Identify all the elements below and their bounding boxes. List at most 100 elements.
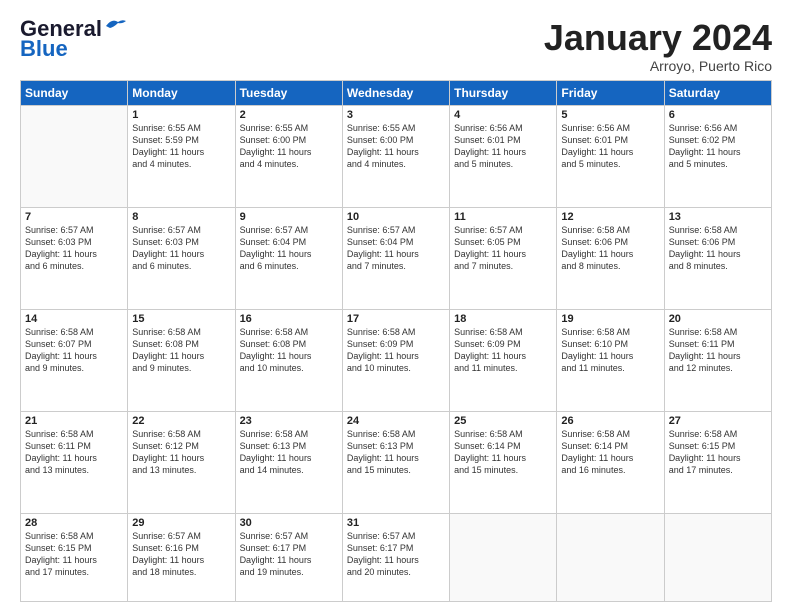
calendar-cell: 3Sunrise: 6:55 AMSunset: 6:00 PMDaylight…: [342, 105, 449, 207]
calendar-cell: 22Sunrise: 6:58 AMSunset: 6:12 PMDayligh…: [128, 411, 235, 513]
day-number: 4: [454, 109, 552, 121]
day-info: Sunrise: 6:58 AMSunset: 6:15 PMDaylight:…: [669, 428, 767, 477]
day-of-week-header: Wednesday: [342, 80, 449, 105]
calendar-cell: 17Sunrise: 6:58 AMSunset: 6:09 PMDayligh…: [342, 309, 449, 411]
calendar-cell: 25Sunrise: 6:58 AMSunset: 6:14 PMDayligh…: [450, 411, 557, 513]
calendar-cell: 11Sunrise: 6:57 AMSunset: 6:05 PMDayligh…: [450, 207, 557, 309]
calendar-cell: [557, 513, 664, 601]
day-number: 27: [669, 415, 767, 427]
calendar-cell: 12Sunrise: 6:58 AMSunset: 6:06 PMDayligh…: [557, 207, 664, 309]
calendar-cell: [21, 105, 128, 207]
day-info: Sunrise: 6:58 AMSunset: 6:11 PMDaylight:…: [669, 326, 767, 375]
calendar-cell: 19Sunrise: 6:58 AMSunset: 6:10 PMDayligh…: [557, 309, 664, 411]
day-info: Sunrise: 6:58 AMSunset: 6:09 PMDaylight:…: [454, 326, 552, 375]
logo: General Blue: [20, 18, 126, 62]
day-info: Sunrise: 6:55 AMSunset: 6:00 PMDaylight:…: [347, 122, 445, 171]
day-number: 21: [25, 415, 123, 427]
day-number: 10: [347, 211, 445, 223]
day-info: Sunrise: 6:56 AMSunset: 6:02 PMDaylight:…: [669, 122, 767, 171]
day-of-week-header: Monday: [128, 80, 235, 105]
day-info: Sunrise: 6:57 AMSunset: 6:04 PMDaylight:…: [240, 224, 338, 273]
calendar-cell: [450, 513, 557, 601]
calendar-cell: 26Sunrise: 6:58 AMSunset: 6:14 PMDayligh…: [557, 411, 664, 513]
day-info: Sunrise: 6:55 AMSunset: 5:59 PMDaylight:…: [132, 122, 230, 171]
day-info: Sunrise: 6:58 AMSunset: 6:14 PMDaylight:…: [561, 428, 659, 477]
logo-bird-icon: [104, 18, 126, 34]
calendar-cell: 7Sunrise: 6:57 AMSunset: 6:03 PMDaylight…: [21, 207, 128, 309]
day-number: 25: [454, 415, 552, 427]
calendar-cell: 31Sunrise: 6:57 AMSunset: 6:17 PMDayligh…: [342, 513, 449, 601]
day-of-week-header: Tuesday: [235, 80, 342, 105]
day-info: Sunrise: 6:58 AMSunset: 6:07 PMDaylight:…: [25, 326, 123, 375]
calendar-cell: 6Sunrise: 6:56 AMSunset: 6:02 PMDaylight…: [664, 105, 771, 207]
day-number: 7: [25, 211, 123, 223]
calendar-header-row: SundayMondayTuesdayWednesdayThursdayFrid…: [21, 80, 772, 105]
day-info: Sunrise: 6:56 AMSunset: 6:01 PMDaylight:…: [561, 122, 659, 171]
day-of-week-header: Friday: [557, 80, 664, 105]
day-number: 19: [561, 313, 659, 325]
location-subtitle: Arroyo, Puerto Rico: [544, 58, 772, 74]
page: General Blue January 2024 Arroyo, Puerto…: [0, 0, 792, 612]
logo-blue: Blue: [20, 36, 68, 62]
calendar-week-row: 21Sunrise: 6:58 AMSunset: 6:11 PMDayligh…: [21, 411, 772, 513]
day-number: 12: [561, 211, 659, 223]
day-info: Sunrise: 6:58 AMSunset: 6:11 PMDaylight:…: [25, 428, 123, 477]
calendar-cell: 28Sunrise: 6:58 AMSunset: 6:15 PMDayligh…: [21, 513, 128, 601]
day-number: 13: [669, 211, 767, 223]
calendar-cell: 18Sunrise: 6:58 AMSunset: 6:09 PMDayligh…: [450, 309, 557, 411]
day-number: 6: [669, 109, 767, 121]
calendar-cell: 8Sunrise: 6:57 AMSunset: 6:03 PMDaylight…: [128, 207, 235, 309]
day-info: Sunrise: 6:57 AMSunset: 6:03 PMDaylight:…: [132, 224, 230, 273]
calendar-cell: 13Sunrise: 6:58 AMSunset: 6:06 PMDayligh…: [664, 207, 771, 309]
day-info: Sunrise: 6:58 AMSunset: 6:08 PMDaylight:…: [240, 326, 338, 375]
day-info: Sunrise: 6:57 AMSunset: 6:16 PMDaylight:…: [132, 530, 230, 579]
day-number: 23: [240, 415, 338, 427]
calendar-cell: 30Sunrise: 6:57 AMSunset: 6:17 PMDayligh…: [235, 513, 342, 601]
day-number: 24: [347, 415, 445, 427]
calendar-week-row: 1Sunrise: 6:55 AMSunset: 5:59 PMDaylight…: [21, 105, 772, 207]
day-number: 9: [240, 211, 338, 223]
day-info: Sunrise: 6:58 AMSunset: 6:09 PMDaylight:…: [347, 326, 445, 375]
day-number: 11: [454, 211, 552, 223]
calendar-cell: 4Sunrise: 6:56 AMSunset: 6:01 PMDaylight…: [450, 105, 557, 207]
day-info: Sunrise: 6:58 AMSunset: 6:13 PMDaylight:…: [347, 428, 445, 477]
day-info: Sunrise: 6:58 AMSunset: 6:06 PMDaylight:…: [561, 224, 659, 273]
day-info: Sunrise: 6:56 AMSunset: 6:01 PMDaylight:…: [454, 122, 552, 171]
day-number: 26: [561, 415, 659, 427]
day-number: 22: [132, 415, 230, 427]
title-block: January 2024 Arroyo, Puerto Rico: [544, 18, 772, 74]
calendar-cell: 1Sunrise: 6:55 AMSunset: 5:59 PMDaylight…: [128, 105, 235, 207]
day-number: 1: [132, 109, 230, 121]
calendar-cell: 9Sunrise: 6:57 AMSunset: 6:04 PMDaylight…: [235, 207, 342, 309]
day-number: 31: [347, 517, 445, 529]
calendar-cell: 27Sunrise: 6:58 AMSunset: 6:15 PMDayligh…: [664, 411, 771, 513]
day-info: Sunrise: 6:57 AMSunset: 6:17 PMDaylight:…: [347, 530, 445, 579]
calendar-cell: 20Sunrise: 6:58 AMSunset: 6:11 PMDayligh…: [664, 309, 771, 411]
calendar-cell: 15Sunrise: 6:58 AMSunset: 6:08 PMDayligh…: [128, 309, 235, 411]
day-info: Sunrise: 6:57 AMSunset: 6:17 PMDaylight:…: [240, 530, 338, 579]
day-of-week-header: Saturday: [664, 80, 771, 105]
calendar-week-row: 14Sunrise: 6:58 AMSunset: 6:07 PMDayligh…: [21, 309, 772, 411]
header: General Blue January 2024 Arroyo, Puerto…: [20, 18, 772, 74]
day-of-week-header: Sunday: [21, 80, 128, 105]
day-number: 18: [454, 313, 552, 325]
day-info: Sunrise: 6:57 AMSunset: 6:05 PMDaylight:…: [454, 224, 552, 273]
calendar-cell: 14Sunrise: 6:58 AMSunset: 6:07 PMDayligh…: [21, 309, 128, 411]
calendar-table: SundayMondayTuesdayWednesdayThursdayFrid…: [20, 80, 772, 602]
day-info: Sunrise: 6:57 AMSunset: 6:03 PMDaylight:…: [25, 224, 123, 273]
calendar-cell: 16Sunrise: 6:58 AMSunset: 6:08 PMDayligh…: [235, 309, 342, 411]
calendar-cell: 29Sunrise: 6:57 AMSunset: 6:16 PMDayligh…: [128, 513, 235, 601]
day-number: 17: [347, 313, 445, 325]
day-number: 5: [561, 109, 659, 121]
day-info: Sunrise: 6:58 AMSunset: 6:14 PMDaylight:…: [454, 428, 552, 477]
day-number: 15: [132, 313, 230, 325]
day-info: Sunrise: 6:58 AMSunset: 6:12 PMDaylight:…: [132, 428, 230, 477]
day-info: Sunrise: 6:58 AMSunset: 6:15 PMDaylight:…: [25, 530, 123, 579]
day-info: Sunrise: 6:57 AMSunset: 6:04 PMDaylight:…: [347, 224, 445, 273]
day-number: 28: [25, 517, 123, 529]
day-info: Sunrise: 6:58 AMSunset: 6:13 PMDaylight:…: [240, 428, 338, 477]
calendar-cell: 23Sunrise: 6:58 AMSunset: 6:13 PMDayligh…: [235, 411, 342, 513]
day-number: 20: [669, 313, 767, 325]
calendar-week-row: 7Sunrise: 6:57 AMSunset: 6:03 PMDaylight…: [21, 207, 772, 309]
calendar-cell: 2Sunrise: 6:55 AMSunset: 6:00 PMDaylight…: [235, 105, 342, 207]
